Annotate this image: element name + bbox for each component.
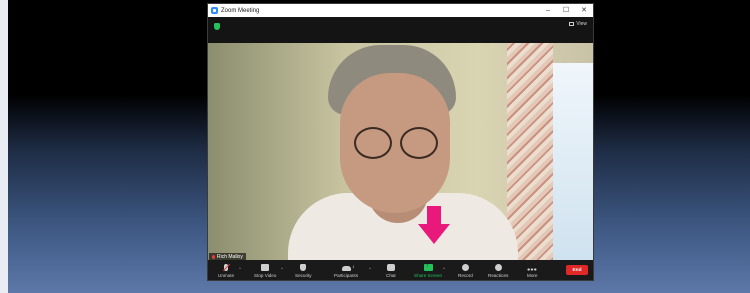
zoom-app-icon — [211, 7, 218, 14]
background-window — [551, 63, 593, 262]
end-meeting-button[interactable]: End — [566, 265, 588, 275]
stop-video-label: Stop Video — [254, 273, 277, 278]
more-label: More — [527, 273, 538, 278]
meeting-toolbar: Unmute ^ Stop Video ^ Security 1 Partici… — [208, 260, 593, 280]
more-button[interactable]: More — [527, 268, 537, 278]
mic-muted-icon — [224, 264, 229, 271]
audio-options-chevron-icon[interactable]: ^ — [239, 266, 241, 271]
chat-icon — [386, 264, 395, 271]
share-screen-label: Share Screen — [414, 273, 443, 278]
participants-label: Participants — [334, 273, 359, 278]
participants-count: 1 — [352, 265, 355, 269]
video-camera-icon — [261, 264, 270, 271]
record-label: Record — [458, 273, 473, 278]
reactions-icon — [494, 264, 502, 271]
maximize-button[interactable]: ☐ — [557, 4, 575, 17]
left-border — [0, 0, 8, 293]
person-glasses — [350, 127, 442, 163]
zoom-meeting-window: Zoom Meeting – ☐ ✕ View Rich Malloy Unmu… — [207, 3, 594, 281]
share-options-chevron-icon[interactable]: ^ — [443, 266, 445, 271]
reactions-button[interactable]: Reactions — [488, 264, 508, 278]
view-grid-icon — [569, 22, 575, 26]
view-label: View — [576, 21, 587, 27]
security-label: Security — [295, 273, 312, 278]
stop-video-button[interactable]: Stop Video — [254, 264, 276, 278]
title-bar: Zoom Meeting – ☐ ✕ — [208, 4, 593, 17]
unmute-label: Unmute — [218, 273, 235, 278]
minimize-button[interactable]: – — [539, 4, 557, 17]
security-icon — [300, 264, 307, 271]
participant-video — [208, 43, 593, 262]
security-button[interactable]: Security — [295, 264, 312, 278]
close-button[interactable]: ✕ — [575, 4, 593, 17]
more-icon — [527, 268, 538, 271]
record-icon — [461, 264, 469, 271]
muted-mic-icon — [212, 255, 215, 259]
meeting-top-bar: View — [208, 17, 593, 43]
chat-button[interactable]: Chat — [386, 264, 396, 278]
reactions-label: Reactions — [488, 273, 509, 278]
share-screen-icon — [423, 263, 433, 271]
chat-label: Chat — [386, 273, 396, 278]
participants-options-chevron-icon[interactable]: ^ — [369, 266, 371, 271]
background-curtain — [507, 43, 553, 262]
record-button[interactable]: Record — [458, 264, 473, 278]
participants-icon: 1 — [341, 265, 355, 271]
view-button[interactable]: View — [569, 21, 587, 27]
video-options-chevron-icon[interactable]: ^ — [281, 266, 283, 271]
window-title: Zoom Meeting — [221, 7, 260, 14]
unmute-button[interactable]: Unmute — [218, 264, 234, 278]
participants-button[interactable]: 1 Participants — [334, 265, 359, 278]
share-screen-button[interactable]: Share Screen — [414, 263, 443, 278]
window-controls: – ☐ ✕ — [539, 4, 593, 17]
security-shield-icon[interactable] — [214, 23, 220, 30]
